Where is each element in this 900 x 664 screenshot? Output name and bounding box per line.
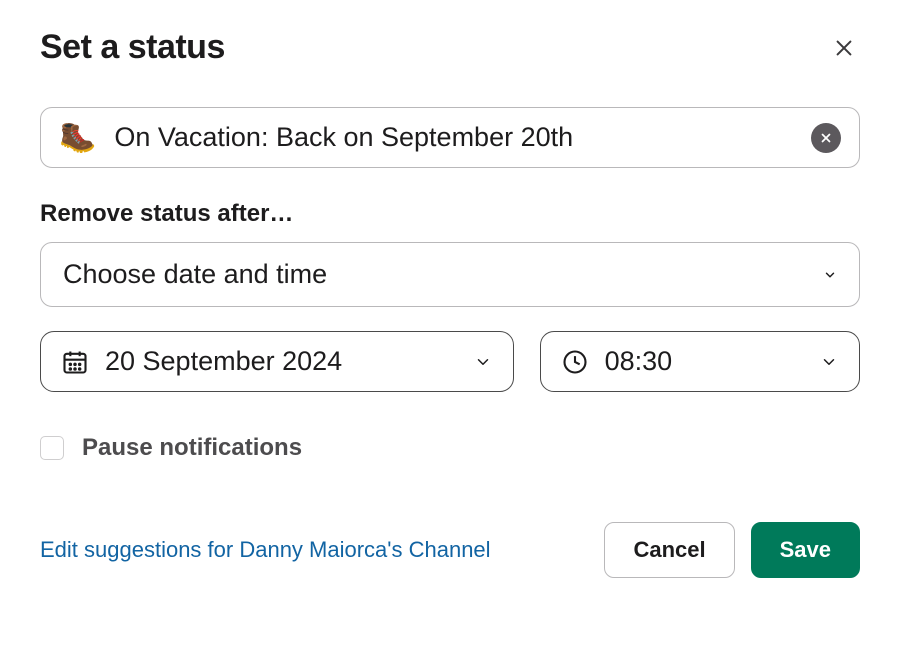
pause-notifications-checkbox[interactable]: [40, 436, 64, 460]
chevron-down-icon: [823, 268, 837, 282]
date-value: 20 September 2024: [105, 346, 473, 377]
expiry-label: Remove status after…: [40, 200, 860, 228]
date-picker[interactable]: 20 September 2024: [40, 331, 514, 392]
chevron-down-icon: [473, 352, 493, 372]
calendar-icon: [61, 348, 89, 376]
expiry-select[interactable]: Choose date and time: [40, 242, 860, 307]
edit-suggestions-link[interactable]: Edit suggestions for Danny Maiorca's Cha…: [40, 537, 588, 563]
chevron-down-icon: [819, 352, 839, 372]
close-icon: [833, 37, 855, 59]
status-emoji-picker[interactable]: 🥾: [59, 123, 96, 153]
status-input-field[interactable]: 🥾 On Vacation: Back on September 20th: [40, 107, 860, 168]
clear-icon: [819, 131, 833, 145]
set-status-modal: Set a status 🥾 On Vacation: Back on Sept…: [0, 0, 900, 606]
modal-footer: Edit suggestions for Danny Maiorca's Cha…: [40, 522, 860, 578]
status-text[interactable]: On Vacation: Back on September 20th: [114, 122, 811, 153]
time-picker[interactable]: 08:30: [540, 331, 860, 392]
expiry-select-value: Choose date and time: [63, 259, 327, 290]
time-value: 08:30: [605, 346, 819, 377]
close-button[interactable]: [828, 32, 860, 64]
clear-status-button[interactable]: [811, 123, 841, 153]
modal-header: Set a status: [40, 28, 860, 67]
clock-icon: [561, 348, 589, 376]
pause-notifications-label: Pause notifications: [82, 434, 302, 462]
save-button[interactable]: Save: [751, 522, 860, 578]
datetime-row: 20 September 2024 08:30: [40, 331, 860, 392]
cancel-button[interactable]: Cancel: [604, 522, 734, 578]
pause-notifications-row: Pause notifications: [40, 434, 860, 462]
modal-title: Set a status: [40, 28, 225, 67]
